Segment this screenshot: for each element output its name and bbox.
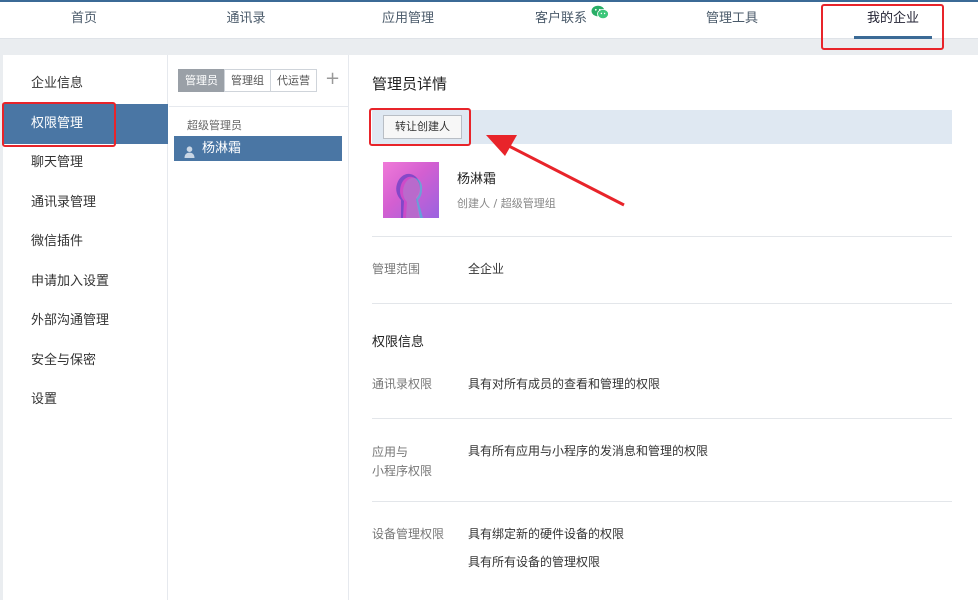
contacts-permission-label: 通讯录权限 (372, 377, 433, 391)
divider (372, 418, 952, 419)
devices-permission-value-manage: 具有所有设备的管理权限 (468, 555, 601, 569)
divider (372, 236, 952, 237)
add-admin-button[interactable]: + (325, 68, 340, 89)
divider (169, 106, 349, 107)
wechat-icon (591, 0, 609, 34)
admin-list-item-name: 杨淋霜 (202, 141, 242, 156)
nav-home[interactable]: 首页 (44, 2, 124, 39)
permissions-section-title: 权限信息 (372, 335, 425, 350)
nav-active-indicator (854, 36, 932, 39)
nav-app-management[interactable]: 应用管理 (368, 2, 448, 39)
nav-customer-contact-label: 客户联系 (534, 11, 587, 26)
divider (372, 501, 952, 502)
sidebar-item-settings[interactable]: 设置 (3, 380, 168, 420)
apps-permission-label-line2: 小程序权限 (372, 464, 433, 478)
sidebar-item-join-settings[interactable]: 申请加入设置 (3, 262, 168, 302)
apps-permission-label-line1: 应用与 (372, 445, 409, 459)
sidebar-item-wechat-plugin[interactable]: 微信插件 (3, 222, 168, 262)
top-navigation: 首页 通讯录 应用管理 客户联系 管理工具 我的企业 (0, 0, 978, 39)
admin-tabs: 管理员 管理组 代运营 (178, 69, 317, 92)
contacts-permission-value: 具有对所有成员的查看和管理的权限 (468, 377, 661, 391)
sidebar-item-chat-management[interactable]: 聊天管理 (3, 143, 168, 183)
person-icon (184, 142, 195, 167)
avatar (383, 162, 439, 218)
tab-admin-groups[interactable]: 管理组 (224, 69, 271, 92)
sidebar-item-enterprise-info[interactable]: 企业信息 (3, 64, 168, 104)
nav-my-enterprise[interactable]: 我的企业 (854, 2, 932, 39)
sidebar: 企业信息 权限管理 聊天管理 通讯录管理 微信插件 申请加入设置 外部沟通管理 … (3, 55, 168, 600)
nav-customer-contact[interactable]: 客户联系 (522, 2, 622, 39)
admin-list-item[interactable]: 杨淋霜 (174, 136, 342, 161)
tab-delegated-operators[interactable]: 代运营 (270, 69, 317, 92)
transfer-creator-button[interactable]: 转让创建人 (383, 115, 462, 139)
sidebar-item-security[interactable]: 安全与保密 (3, 341, 168, 381)
divider (372, 303, 952, 304)
devices-permission-value-bind: 具有绑定新的硬件设备的权限 (468, 527, 625, 541)
nav-contacts[interactable]: 通讯录 (206, 2, 286, 39)
page-title: 管理员详情 (372, 75, 448, 93)
scope-label: 管理范围 (372, 262, 421, 276)
main-panel: 企业信息 权限管理 聊天管理 通讯录管理 微信插件 申请加入设置 外部沟通管理 … (3, 55, 978, 600)
nav-management-tools[interactable]: 管理工具 (692, 2, 772, 39)
apps-permission-value: 具有所有应用与小程序的发消息和管理的权限 (468, 444, 709, 458)
super-admin-group-title: 超级管理员 (187, 119, 242, 132)
detail-toolbar: 转让创建人 (372, 110, 952, 144)
sidebar-item-permission-management[interactable]: 权限管理 (3, 104, 168, 144)
admin-role: 创建人 / 超级管理组 (457, 197, 556, 210)
sidebar-item-external-communication[interactable]: 外部沟通管理 (3, 301, 168, 341)
admin-list-column: 管理员 管理组 代运营 + 超级管理员 杨淋霜 (169, 55, 349, 600)
scope-value: 全企业 (468, 262, 505, 276)
admin-detail-pane: 管理员详情 转让创建人 杨淋霜 创建人 / 超级管理组 管理范围 全企业 权限信… (350, 55, 978, 600)
admin-name: 杨淋霜 (457, 172, 497, 187)
sidebar-item-contacts-management[interactable]: 通讯录管理 (3, 183, 168, 223)
devices-permission-label: 设备管理权限 (372, 527, 445, 541)
tab-admins[interactable]: 管理员 (178, 69, 225, 92)
